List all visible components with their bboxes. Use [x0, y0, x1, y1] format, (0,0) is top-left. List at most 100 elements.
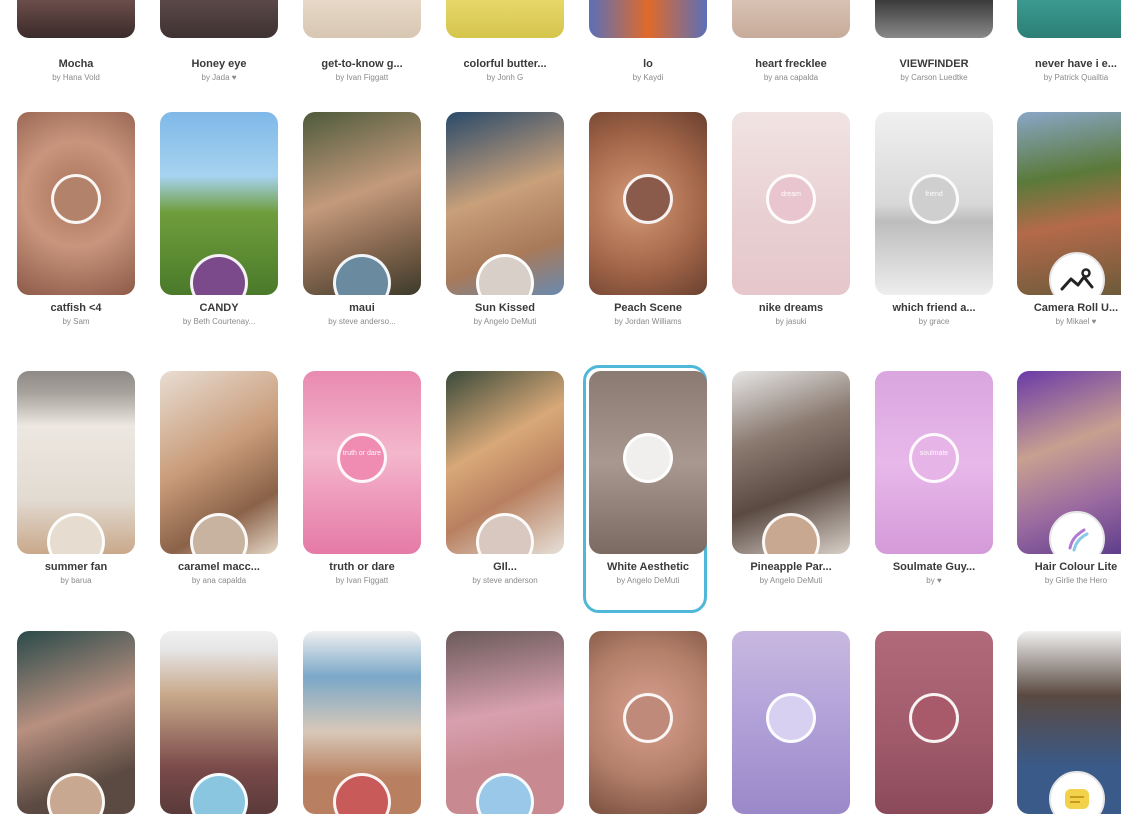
filter-thumbnail[interactable]	[732, 0, 850, 38]
filter-author: by Beth Courtenay...	[182, 317, 256, 326]
filter-title: caramel macc...	[178, 561, 260, 573]
filter-author: by Ivan Figgatt	[335, 73, 389, 82]
filter-preview-circle	[333, 773, 391, 814]
filter-thumbnail[interactable]	[1017, 112, 1121, 295]
filter-preview-circle	[766, 693, 816, 743]
filter-title: maui	[349, 302, 375, 314]
filter-preview-circle: dream	[766, 174, 816, 224]
filter-title: Pineapple Par...	[750, 561, 832, 573]
filter-preview-circle	[190, 513, 248, 554]
filter-author: by ♥	[926, 576, 942, 585]
filter-title: CANDY	[199, 302, 239, 314]
filter-thumbnail[interactable]	[17, 371, 135, 554]
filter-gallery-viewport: Mocha by Hana Vold Honey eye by Jada ♥ get-t…	[0, 0, 1121, 824]
filter-preview-circle	[476, 773, 534, 814]
filter-author: by Carson Luedtke	[900, 73, 968, 82]
filter-thumbnail[interactable]	[732, 371, 850, 554]
filter-preview-circle	[47, 513, 105, 554]
filter-preview-circle	[190, 254, 248, 295]
filter-preview-circle	[476, 254, 534, 295]
filter-author: by Ivan Figgatt	[335, 576, 389, 585]
filter-preview-circle: truth or dare	[337, 433, 387, 483]
filter-title: colorful butter...	[463, 58, 547, 70]
filter-author: by ana capalda	[763, 73, 819, 82]
filter-author: by grace	[918, 317, 950, 326]
filter-preview-text: soulmate	[919, 450, 949, 457]
filter-title: White Aesthetic	[606, 561, 690, 573]
filter-title: Mocha	[58, 58, 94, 70]
filter-author: by Angelo DeMuti	[616, 576, 680, 585]
filter-preview-circle	[47, 773, 105, 814]
filter-preview-text: truth or dare	[342, 450, 382, 457]
filter-author: by barua	[60, 576, 92, 585]
filter-thumbnail[interactable]	[589, 0, 707, 38]
filter-thumbnail[interactable]	[17, 112, 135, 295]
filter-title: Camera Roll U...	[1033, 302, 1119, 314]
filter-thumbnail[interactable]	[160, 371, 278, 554]
filter-thumbnail[interactable]	[17, 631, 135, 814]
filter-title: catfish <4	[50, 302, 102, 314]
filter-title: Honey eye	[191, 58, 247, 70]
filter-preview-circle	[190, 773, 248, 814]
filter-preview-circle	[623, 693, 673, 743]
filter-title: which friend a...	[892, 302, 976, 314]
filter-thumbnail[interactable]	[1017, 631, 1121, 814]
filter-title: summer fan	[44, 561, 108, 573]
filter-author: by Jordan Williams	[614, 317, 682, 326]
filter-preview-circle	[762, 513, 820, 554]
filter-preview-circle: soulmate	[909, 433, 959, 483]
filter-title: Soulmate Guy...	[892, 561, 976, 573]
yellow-sticker-icon	[1049, 771, 1105, 814]
filter-thumbnail[interactable]	[1017, 0, 1121, 38]
filter-author: by Mikael ♥	[1055, 317, 1097, 326]
filter-thumbnail[interactable]: dream	[732, 112, 850, 295]
filter-preview-circle	[909, 693, 959, 743]
filter-thumbnail[interactable]	[1017, 371, 1121, 554]
filter-author: by Jada ♥	[201, 73, 237, 82]
filter-title: nike dreams	[758, 302, 824, 314]
filter-thumbnail[interactable]: friend	[875, 112, 993, 295]
filter-author: by jasuki	[775, 317, 807, 326]
filter-preview-circle: friend	[909, 174, 959, 224]
filter-thumbnail[interactable]	[446, 631, 564, 814]
filter-author: by Girlie the Hero	[1044, 576, 1108, 585]
filter-author: by Patrick Quailtia	[1043, 73, 1109, 82]
filter-author: by Angelo DeMuti	[473, 317, 537, 326]
hair-brush-icon	[1049, 511, 1105, 554]
filter-title: lo	[643, 58, 653, 70]
filter-thumbnail[interactable]	[875, 631, 993, 814]
filter-title: GIl...	[493, 561, 517, 573]
landscape-icon	[1049, 252, 1105, 295]
filter-thumbnail[interactable]: soulmate	[875, 371, 993, 554]
filter-thumbnail[interactable]	[160, 112, 278, 295]
filter-thumbnail[interactable]	[303, 631, 421, 814]
filter-thumbnail[interactable]	[589, 631, 707, 814]
filter-preview-circle	[623, 433, 673, 483]
filter-preview-circle	[476, 513, 534, 554]
filter-thumbnail[interactable]	[875, 0, 993, 38]
filter-grid: Mocha by Hana Vold Honey eye by Jada ♥ get-t…	[0, 0, 1121, 824]
filter-thumbnail[interactable]	[446, 0, 564, 38]
filter-author: by ana capalda	[191, 576, 247, 585]
filter-thumbnail[interactable]	[732, 631, 850, 814]
filter-preview-circle	[51, 174, 101, 224]
filter-thumbnail[interactable]	[446, 112, 564, 295]
filter-thumbnail[interactable]	[160, 0, 278, 38]
filter-author: by Hana Vold	[52, 73, 100, 82]
filter-thumbnail[interactable]	[589, 112, 707, 295]
filter-thumbnail[interactable]	[17, 0, 135, 38]
filter-thumbnail[interactable]: truth or dare	[303, 371, 421, 554]
filter-thumbnail[interactable]	[303, 112, 421, 295]
filter-preview-circle	[333, 254, 391, 295]
filter-title: Sun Kissed	[475, 302, 535, 314]
filter-title: Hair Colour Lite	[1034, 561, 1118, 573]
filter-thumbnail[interactable]	[303, 0, 421, 38]
filter-author: by Angelo DeMuti	[759, 576, 823, 585]
filter-title: VIEWFINDER	[899, 58, 969, 70]
filter-title: truth or dare	[329, 561, 395, 573]
filter-thumbnail[interactable]	[160, 631, 278, 814]
filter-preview-text: dream	[781, 191, 801, 198]
filter-thumbnail[interactable]	[446, 371, 564, 554]
filter-thumbnail[interactable]	[589, 371, 707, 554]
filter-author: by Kaydi	[632, 73, 664, 82]
